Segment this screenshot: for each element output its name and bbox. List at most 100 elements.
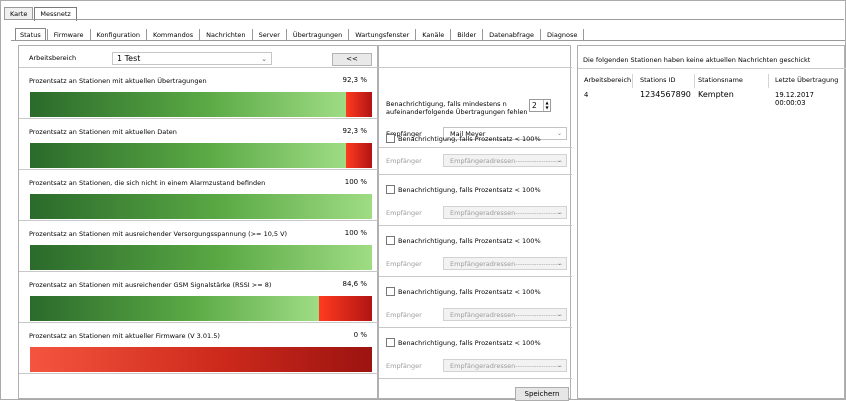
stepper-arrows-icon[interactable]: ▲ ▼: [543, 100, 550, 111]
chevron-down-icon: ⌄: [556, 362, 562, 369]
stat-title: Prozentsatz an Stationen mit ausreichend…: [29, 281, 272, 289]
notify-row-firmware: Benachrichtigung, falls Prozentsatz < 10…: [379, 328, 572, 379]
stat-percent: 100 %: [344, 178, 367, 186]
notify-row-alarm: Benachrichtigung, falls Prozentsatz < 10…: [379, 175, 572, 226]
recipient-placeholder: Empfängeradressen--------------------: [450, 157, 563, 165]
notify-missing-text-2: aufeinanderfolgende Übertragungen fehlen: [386, 108, 528, 116]
tab-diagnose[interactable]: Diagnose: [542, 28, 582, 41]
tab-kanaele[interactable]: Kanäle: [417, 28, 449, 41]
tab-datenabfrage[interactable]: Datenabfrage: [484, 28, 539, 41]
area-select-value: 1 Test: [117, 54, 141, 63]
tab-separator: [285, 28, 287, 40]
recipient-select-disabled[interactable]: Empfängeradressen-------------------- ⌄: [443, 308, 567, 321]
area-select[interactable]: 1 Test ⌄: [112, 52, 272, 65]
stat-bar-ok: [30, 194, 372, 219]
notify-row-voltage: Benachrichtigung, falls Prozentsatz < 10…: [379, 226, 572, 277]
stat-title: Prozentsatz an Stationen, die sich nicht…: [29, 179, 266, 187]
tab-kommandos[interactable]: Kommandos: [148, 28, 198, 41]
stat-bar-fail: [345, 143, 372, 168]
notification-panel: Benachrichtigung, falls mindestens n auf…: [378, 45, 572, 401]
tab-wartungsfenster[interactable]: Wartungsfenster: [350, 28, 414, 41]
stat-title: Prozentsatz an Stationen mit aktuellen Ü…: [29, 77, 207, 85]
notify-checkbox-label: Benachrichtigung, falls Prozentsatz < 10…: [398, 135, 541, 143]
stat-bar-fail: [345, 92, 372, 117]
recipient-label: Empfänger: [386, 157, 422, 165]
stat-row-gsm: Prozentsatz an Stationen mit ausreichend…: [19, 272, 379, 323]
recipient-select-disabled[interactable]: Empfängeradressen-------------------- ⌄: [443, 206, 567, 219]
tab-separator: [46, 28, 48, 40]
stat-bar-ok: [30, 143, 346, 168]
notify-checkbox[interactable]: [386, 134, 395, 143]
tab-separator: [540, 28, 542, 40]
recipient-placeholder: Empfängeradressen--------------------: [450, 362, 563, 370]
notify-checkbox-label: Benachrichtigung, falls Prozentsatz < 10…: [398, 186, 541, 194]
chevron-down-icon: ⌄: [556, 209, 562, 216]
area-label: Arbeitsbereich: [29, 54, 77, 62]
stat-row-alarm: Prozentsatz an Stationen, die sich nicht…: [19, 170, 379, 221]
recipient-label: Empfänger: [386, 209, 422, 217]
n-stepper-value: 2: [532, 101, 537, 110]
tab-konfiguration[interactable]: Konfiguration: [92, 28, 145, 41]
column-header-last-transmission[interactable]: Letzte Übertragung: [775, 76, 838, 84]
collapse-button[interactable]: <<: [332, 53, 372, 66]
stat-row-firmware: Prozentsatz an Stationen mit aktueller F…: [19, 323, 379, 374]
stat-bar: [30, 92, 372, 117]
recipient-select-disabled[interactable]: Empfängeradressen-------------------- ⌄: [443, 154, 567, 167]
column-separator[interactable]: [694, 74, 695, 88]
tab-bilder[interactable]: Bilder: [452, 28, 481, 41]
recipient-select-disabled[interactable]: Empfängeradressen-------------------- ⌄: [443, 257, 567, 270]
stat-row-transmissions: Prozentsatz an Stationen mit aktuellen Ü…: [19, 68, 379, 119]
stat-bar-fail: [30, 347, 372, 372]
notify-row-data: Benachrichtigung, falls Prozentsatz < 10…: [379, 126, 572, 175]
tab-separator: [450, 28, 452, 40]
tab-divider: [11, 40, 845, 41]
column-header-station-id[interactable]: Stations ID: [640, 76, 675, 84]
stat-title: Prozentsatz an Stationen mit ausreichend…: [29, 230, 288, 238]
tab-separator: [348, 28, 350, 40]
stat-bar: [30, 296, 372, 321]
column-separator[interactable]: [632, 74, 633, 88]
notify-checkbox[interactable]: [386, 236, 395, 245]
recipient-placeholder: Empfängeradressen--------------------: [450, 209, 563, 217]
stat-bar-ok: [30, 92, 346, 117]
notify-checkbox-label: Benachrichtigung, falls Prozentsatz < 10…: [398, 288, 541, 296]
tab-separator: [199, 28, 201, 40]
column-header-station-name[interactable]: Stationsname: [698, 76, 743, 84]
chevron-down-icon: ⌄: [556, 157, 562, 164]
recipient-label: Empfänger: [386, 260, 422, 268]
chevron-down-icon: ⌄: [556, 260, 562, 267]
save-button[interactable]: Speichern: [515, 387, 569, 401]
stat-bar: [30, 143, 372, 168]
stat-bar: [30, 347, 372, 372]
cell-area: 4: [584, 91, 589, 99]
notify-missing-text-1: Benachrichtigung, falls mindestens n: [386, 100, 507, 108]
column-separator[interactable]: [768, 74, 769, 88]
tab-firmware[interactable]: Firmware: [49, 28, 89, 41]
mid-header: [379, 46, 572, 68]
n-stepper[interactable]: 2 ▲ ▼: [529, 99, 551, 112]
notify-checkbox-label: Benachrichtigung, falls Prozentsatz < 10…: [398, 339, 541, 347]
recipient-label: Empfänger: [386, 362, 422, 370]
stat-title: Prozentsatz an Stationen mit aktueller F…: [29, 332, 220, 340]
tab-separator: [89, 28, 91, 40]
notify-checkbox[interactable]: [386, 338, 395, 347]
stat-percent: 92,3 %: [342, 127, 367, 135]
tab-uebertragungen[interactable]: Übertragungen: [288, 28, 347, 41]
notify-checkbox[interactable]: [386, 287, 395, 296]
tab-separator: [146, 28, 147, 40]
stat-bar: [30, 245, 372, 270]
column-header-area[interactable]: Arbeitsbereich: [584, 76, 631, 84]
notify-checkbox[interactable]: [386, 185, 395, 194]
chevron-down-icon: ⌄: [556, 311, 562, 318]
tab-status[interactable]: Status: [15, 27, 46, 41]
recipient-select-disabled[interactable]: Empfängeradressen-------------------- ⌄: [443, 359, 567, 372]
tab-separator: [482, 28, 484, 40]
tab-separator: [415, 28, 417, 40]
recipient-placeholder: Empfängeradressen--------------------: [450, 260, 563, 268]
tab-server[interactable]: Server: [254, 28, 285, 41]
section-tab-strip: Status Firmware Konfiguration Kommandos …: [15, 27, 585, 41]
recipient-label: Empfänger: [386, 311, 422, 319]
tab-nachrichten[interactable]: Nachrichten: [201, 28, 250, 41]
top-tab-divider: [4, 19, 844, 20]
stat-bar-fail: [319, 296, 372, 321]
